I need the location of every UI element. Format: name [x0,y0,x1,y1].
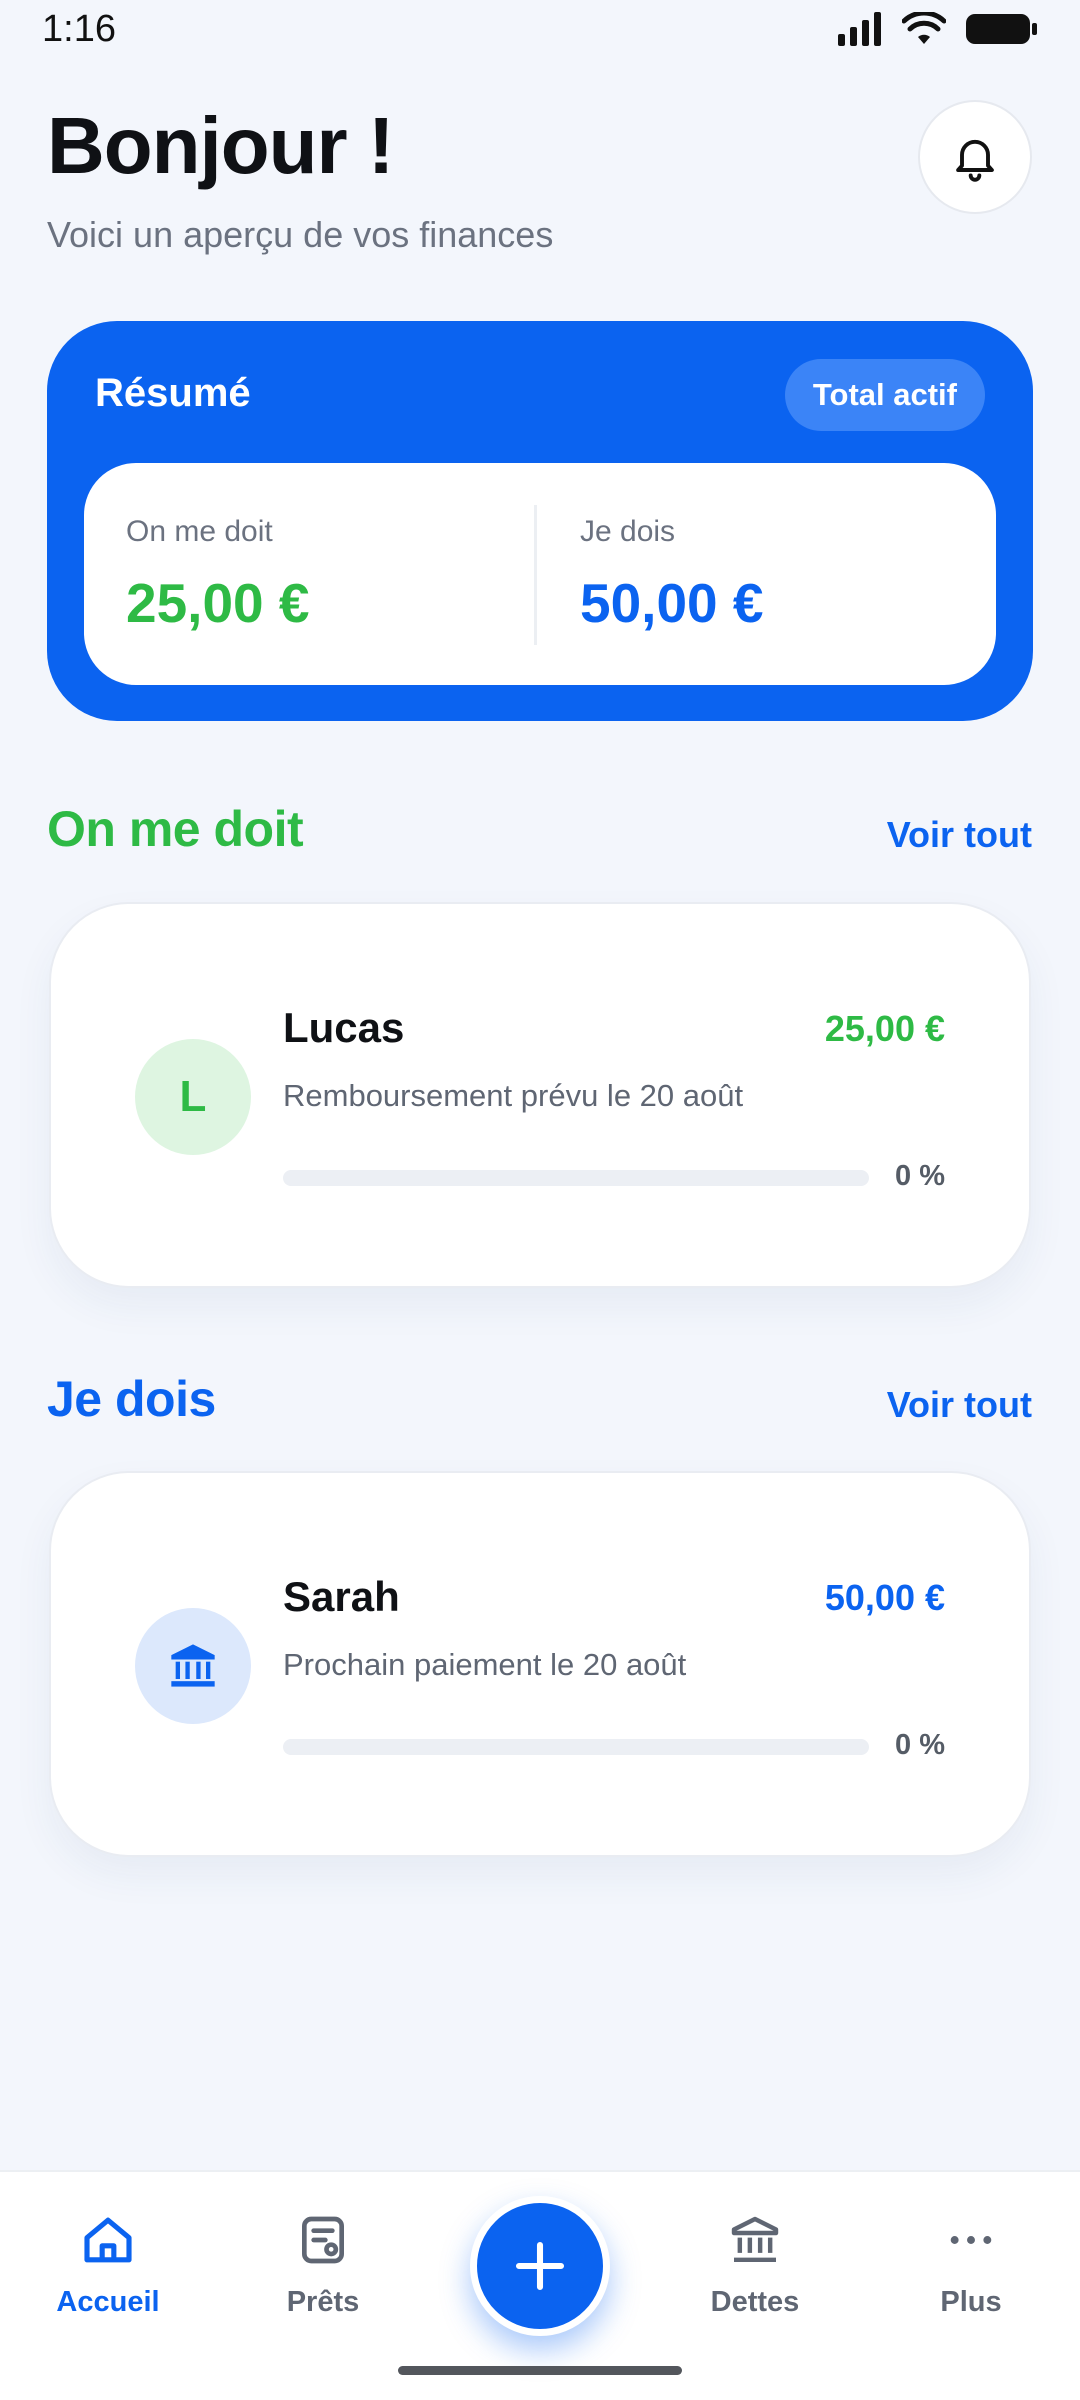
owed-to-me-label: On me doit [126,515,273,548]
bell-icon [956,139,994,182]
more-icon [950,2236,992,2244]
bank-icon [731,2216,779,2263]
nav-item-accueil[interactable]: Accueil [8,2212,208,2319]
bank-icon [171,1644,215,1687]
home-icon [84,2217,132,2263]
nav-label: Dettes [710,2286,800,2318]
summary-card: Résumé Total actif On me doit 25,00 € Je… [47,321,1033,721]
status-bar: 1:16 [0,0,1080,60]
i-owe-label: Je dois [580,515,676,548]
item-name: Sarah [283,1573,400,1620]
owed-section-title: On me doit [47,801,304,857]
page-title: Bonjour ! [47,101,394,190]
battery-icon [966,14,1037,44]
item-description: Prochain paiement le 20 août [283,1647,687,1682]
debt-see-all-link[interactable]: Voir tout [887,1384,1032,1426]
add-button[interactable] [470,2196,610,2336]
summary-balances: On me doit 25,00 € Je dois 50,00 € [84,463,996,685]
item-name: Lucas [283,1004,405,1051]
item-amount: 50,00 € [824,1577,945,1618]
nav-item-dettes[interactable]: Dettes [655,2212,855,2319]
nav-item-prets[interactable]: Prêts [223,2212,423,2319]
status-time: 1:16 [42,8,116,50]
debt-card-sarah[interactable]: Sarah 50,00 € Prochain paiement le 20 ao… [49,1471,1031,1857]
i-owe-value: 50,00 € [580,572,764,634]
progress-label: 0 % [895,1729,945,1761]
signal-icon [838,12,881,46]
notifications-button[interactable] [918,100,1032,214]
item-description: Remboursement prévu le 20 août [283,1078,744,1113]
item-amount: 25,00 € [824,1008,945,1049]
avatar [135,1608,251,1724]
progress-label: 0 % [895,1160,945,1192]
owed-to-me-summary[interactable]: On me doit 25,00 € [84,463,536,685]
document-icon [302,2216,344,2264]
nav-label: Accueil [56,2286,160,2318]
debt-section-title: Je dois [47,1371,216,1427]
page-subtitle: Voici un aperçu de vos finances [47,214,554,255]
plus-icon [515,2241,565,2291]
avatar: L [135,1039,251,1155]
nav-label: Plus [940,2286,1002,2318]
owed-see-all-link[interactable]: Voir tout [887,814,1032,856]
loan-card-lucas[interactable]: L Lucas 25,00 € Remboursement prévu le 2… [49,902,1031,1288]
summary-title: Résumé [95,371,251,415]
nav-item-plus[interactable]: Plus [871,2212,1071,2319]
wifi-icon [902,12,946,44]
home-indicator[interactable] [398,2366,682,2375]
i-owe-summary[interactable]: Je dois 50,00 € [536,463,996,685]
status-icons [838,12,1038,46]
nav-label: Prêts [286,2286,360,2318]
progress-bar [283,1170,869,1186]
progress-bar [283,1739,869,1755]
total-active-badge[interactable]: Total actif [784,359,985,431]
owed-to-me-value: 25,00 € [126,572,310,634]
